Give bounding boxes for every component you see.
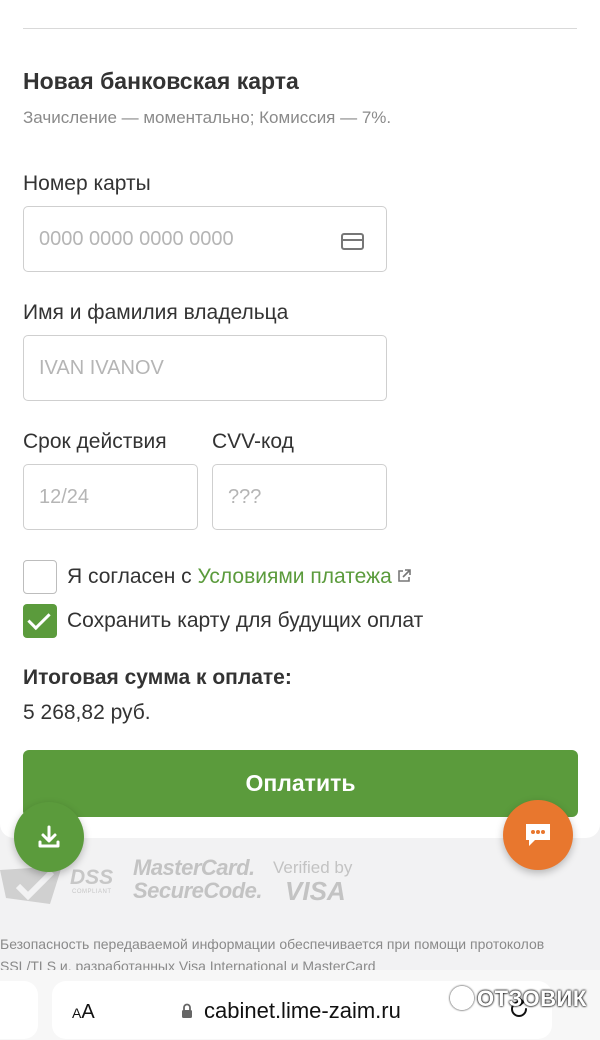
chat-button[interactable] (503, 800, 573, 870)
text-size-small-a: A (72, 1005, 82, 1021)
holder-name-label: Имя и фамилия владельца (23, 301, 289, 324)
cvv-label: CVV-код (212, 430, 294, 453)
expiry-label: Срок действия (23, 430, 167, 453)
lock-icon (182, 1003, 192, 1018)
mastercard-securecode-logo: MasterCard. SecureCode. (133, 855, 263, 903)
verified-by-visa-logo: Verified by VISA (273, 858, 352, 904)
section-title: Новая банковская карта (23, 68, 299, 94)
chat-icon (526, 824, 550, 846)
section-subtitle: Зачисление — моментально; Комиссия — 7%. (23, 108, 392, 127)
mastercard-line2: SecureCode. (133, 878, 263, 903)
agree-text: Я согласен с Условиями платежа (67, 565, 411, 589)
top-divider (23, 28, 577, 29)
text-size-button[interactable]: AA (72, 1001, 95, 1024)
pci-compliant-text: COMPLIANT (72, 889, 112, 895)
cvv-placeholder: ??? (228, 485, 262, 508)
pci-dss-text: DSS (70, 866, 114, 889)
agree-label: Я согласен с (67, 565, 198, 588)
cvv-input[interactable]: ??? (212, 464, 387, 530)
pay-button[interactable]: Оплатить (23, 750, 578, 817)
card-number-input[interactable]: 0000 0000 0000 0000 (23, 206, 387, 272)
total-label: Итоговая сумма к оплате: (23, 666, 292, 689)
card-number-placeholder: 0000 0000 0000 0000 (39, 227, 234, 250)
download-icon (38, 825, 60, 848)
payment-terms-link[interactable]: Условиями платежа (198, 565, 392, 588)
watermark-circle-icon (450, 986, 474, 1010)
holder-name-placeholder: IVAN IVANOV (39, 356, 164, 379)
payment-card-panel: Новая банковская карта Зачисление — моме… (0, 0, 600, 838)
payment-logos: DSS COMPLIANT MasterCard. SecureCode. Ve… (0, 848, 600, 918)
browser-tab-edge[interactable] (0, 981, 38, 1039)
mastercard-line1: MasterCard. (133, 855, 255, 880)
external-link-icon (397, 569, 411, 582)
otzovik-watermark: ОТЗОВИК (450, 986, 587, 1012)
expiry-placeholder: 12/24 (39, 485, 90, 508)
credit-card-icon (341, 233, 364, 250)
visa-line1: Verified by (273, 858, 353, 877)
expiry-input[interactable]: 12/24 (23, 464, 198, 530)
save-card-label: Сохранить карту для будущих оплат (67, 609, 424, 632)
total-value: 5 268,82 руб. (23, 701, 151, 724)
visa-line2: VISA (285, 876, 346, 906)
card-number-label: Номер карты (23, 172, 151, 195)
watermark-text: ОТЗОВИК (477, 986, 587, 1011)
download-button[interactable] (14, 802, 84, 872)
agree-checkbox[interactable] (23, 560, 57, 594)
url-text: cabinet.lime-zaim.ru (204, 998, 401, 1023)
holder-name-input[interactable]: IVAN IVANOV (23, 335, 387, 401)
save-card-checkbox[interactable] (23, 604, 57, 638)
text-size-large-a: A (81, 1001, 95, 1023)
